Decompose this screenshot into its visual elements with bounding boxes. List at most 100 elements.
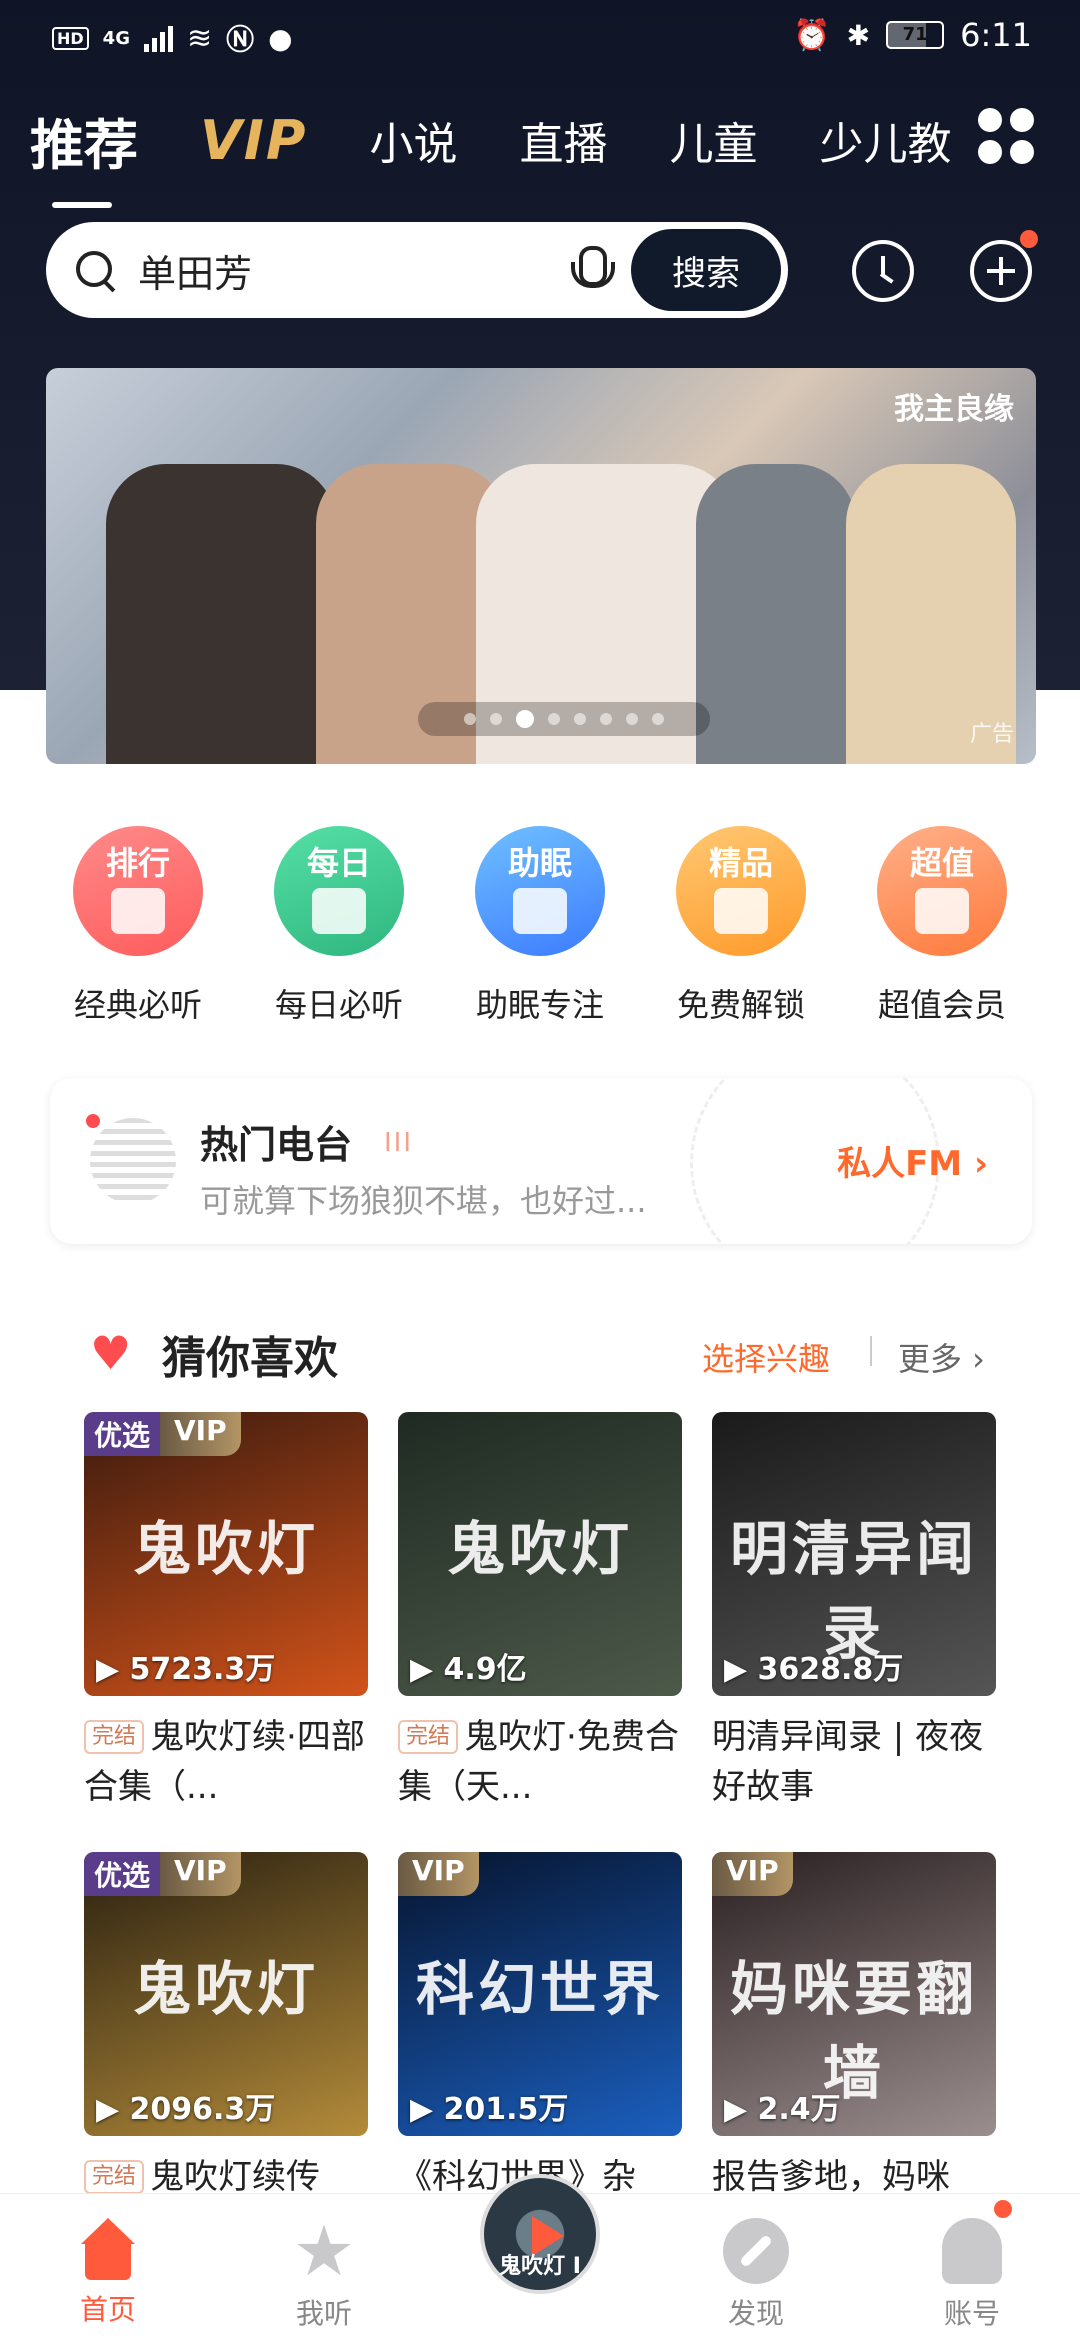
nav-star[interactable]: ★ 我听 (216, 2194, 432, 2340)
album-badge: 优选 VIP (84, 1412, 241, 1456)
player-icon[interactable]: 鬼吹灯 I (480, 2174, 600, 2294)
category-3[interactable]: 精品 免费解锁 (643, 826, 839, 1026)
category-2[interactable]: 助眠 助眠专注 (442, 826, 638, 1026)
status-tag: 完结 (398, 1720, 459, 1754)
hd-indicator: HD (52, 26, 89, 50)
banner-logo: 我主良缘 (894, 392, 1014, 427)
pagination-dot (652, 713, 664, 725)
badge-featured: 优选 (84, 1852, 161, 1896)
top-tabs: 推荐 VIP 小说 直播 儿童 少儿教 (30, 100, 960, 208)
search-input[interactable]: 单田芳 (138, 243, 569, 298)
category-glyph (312, 888, 366, 934)
message-icon: ● (268, 21, 293, 55)
play-count: ▶ 2096.3万 (96, 2092, 276, 2127)
nav-label: 账号 (943, 2297, 1000, 2330)
equalizer-icon: III (384, 1128, 414, 1158)
album-title[interactable]: 完结 鬼吹灯续·四部合集（... (84, 1712, 368, 1812)
tab-1[interactable]: VIP (200, 109, 307, 172)
nav-account[interactable]: 账号 (864, 2194, 1080, 2340)
category-icon: 每日 (274, 826, 404, 956)
pagination-dot (600, 713, 612, 725)
category-4[interactable]: 超值 超值会员 (844, 826, 1040, 1026)
tab-3[interactable]: 直播 (519, 108, 607, 172)
category-label: 免费解锁 (676, 986, 805, 1024)
alarm-icon: ⏰ (793, 17, 831, 53)
category-label: 助眠专注 (475, 986, 604, 1024)
album-card[interactable]: 鬼吹灯 ▶ 4.9亿完结 鬼吹灯·免费合集（天... (398, 1412, 682, 1812)
nav-home[interactable]: 首页 (0, 2194, 216, 2340)
album-card[interactable]: 明清异闻录 ▶ 3628.8万明清异闻录 | 夜夜好故事 (712, 1412, 996, 1812)
search-button[interactable]: 搜索 (631, 229, 781, 311)
microphone-icon[interactable] (569, 244, 615, 296)
all-channels-icon[interactable] (978, 108, 1034, 164)
tab-0[interactable]: 推荐 (30, 101, 138, 208)
album-title[interactable]: 明清异闻录 | 夜夜好故事 (712, 1712, 996, 1812)
album-title-text: 报告爹地，妈咪 (712, 2157, 950, 2197)
private-fm-link[interactable]: 私人FM › (837, 1136, 988, 1185)
radio-card[interactable]: 热门电台 III 可就算下场狼狈不堪，也好过... 私人FM › (50, 1078, 1032, 1244)
pagination-dot (548, 713, 560, 725)
signal-icon (143, 24, 173, 52)
category-glyph (111, 888, 165, 934)
compass-icon (723, 2218, 789, 2284)
play-count: ▶ 3628.8万 (724, 1652, 904, 1687)
album-cover[interactable]: 科幻世界 VIP ▶ 201.5万 (398, 1852, 682, 2136)
album-badge: VIP (712, 1852, 793, 1896)
category-label: 超值会员 (877, 986, 1006, 1024)
add-icon[interactable] (970, 240, 1032, 302)
tab-4[interactable]: 儿童 (669, 108, 757, 172)
badge-vip: VIP (398, 1852, 479, 1896)
promo-banner[interactable]: 我主良缘 广告 (46, 368, 1036, 764)
radio-title: 热门电台 (200, 1123, 353, 1167)
choose-interest-link[interactable]: 选择兴趣 (702, 1334, 830, 1380)
cover-title: 鬼吹灯 (132, 1955, 319, 2023)
badge-vip: VIP (712, 1852, 793, 1896)
album-card[interactable]: 鬼吹灯 优选 VIP ▶ 2096.3万 完结 鬼吹灯续传 (84, 1852, 368, 2252)
play-count: ▶ 2.4万 (724, 2092, 841, 2127)
star-icon: ★ (292, 2210, 356, 2292)
banner-pagination (418, 702, 710, 736)
cover-title: 鬼吹灯 (132, 1515, 319, 1583)
category-icon: 超值 (877, 826, 1007, 956)
album-card[interactable]: 妈咪要翻墙 VIP ▶ 2.4万 报告爹地，妈咪 (712, 1852, 996, 2252)
badge-vip: VIP (160, 1852, 241, 1896)
play-count: ▶ 4.9亿 (410, 1652, 527, 1687)
album-title[interactable]: 完结 鬼吹灯·免费合集（天... (398, 1712, 682, 1812)
category-glyph (915, 888, 969, 934)
album-badge: VIP (398, 1852, 479, 1896)
search-bar[interactable]: 单田芳 搜索 (46, 222, 788, 318)
album-card[interactable]: 鬼吹灯 优选 VIP ▶ 5723.3万 完结 鬼吹灯续·四部合集（... (84, 1412, 368, 1812)
banner-figure (696, 464, 856, 764)
status-tag: 完结 (84, 1720, 145, 1754)
tab-5[interactable]: 少儿教 (819, 108, 951, 172)
nav-label: 首页 (79, 2293, 136, 2326)
cover-title: 科幻世界 (415, 1955, 664, 2023)
tab-2[interactable]: 小说 (369, 108, 457, 172)
category-icon: 精品 (676, 826, 806, 956)
bottom-nav: 首页 ★ 我听 发现 账号 鬼吹灯 I (0, 2174, 1080, 2340)
album-cover[interactable]: 鬼吹灯 ▶ 4.9亿 (398, 1412, 682, 1696)
album-grid: 鬼吹灯 优选 VIP ▶ 5723.3万 完结 鬼吹灯续·四部合集（... 鬼吹灯 ▶ 4.9… (84, 1412, 1000, 2252)
album-cover[interactable]: 鬼吹灯 优选 VIP ▶ 2096.3万 (84, 1852, 368, 2136)
nfc-icon: Ⓝ (226, 23, 255, 56)
nav-label: 发现 (727, 2297, 784, 2330)
history-icon[interactable] (852, 240, 914, 302)
section-title: 猜你喜欢 (162, 1333, 338, 1384)
more-link[interactable]: 更多 › (898, 1334, 985, 1380)
category-icon: 排行 (73, 826, 203, 956)
album-cover[interactable]: 鬼吹灯 优选 VIP ▶ 5723.3万 (84, 1412, 368, 1696)
network-type: 4G (102, 27, 130, 49)
category-0[interactable]: 排行 经典必听 (40, 826, 236, 1026)
divider (870, 1336, 872, 1366)
album-cover[interactable]: 妈咪要翻墙 VIP ▶ 2.4万 (712, 1852, 996, 2136)
category-1[interactable]: 每日 每日必听 (241, 826, 437, 1026)
battery-icon: 71 (886, 21, 945, 49)
category-row: 排行 经典必听 每日 每日必听 助眠 助眠专注 精品 免费解锁 超值 超值会员 (40, 826, 1040, 1026)
ad-label: 广告 (969, 722, 1014, 747)
nav-compass[interactable]: 发现 (648, 2194, 864, 2340)
play-count: ▶ 201.5万 (410, 2092, 569, 2127)
album-cover[interactable]: 明清异闻录 ▶ 3628.8万 (712, 1412, 996, 1696)
top-tabs-container: 推荐 VIP 小说 直播 儿童 少儿教 (0, 100, 960, 210)
category-label: 每日必听 (274, 986, 403, 1024)
search-icon (72, 247, 118, 293)
